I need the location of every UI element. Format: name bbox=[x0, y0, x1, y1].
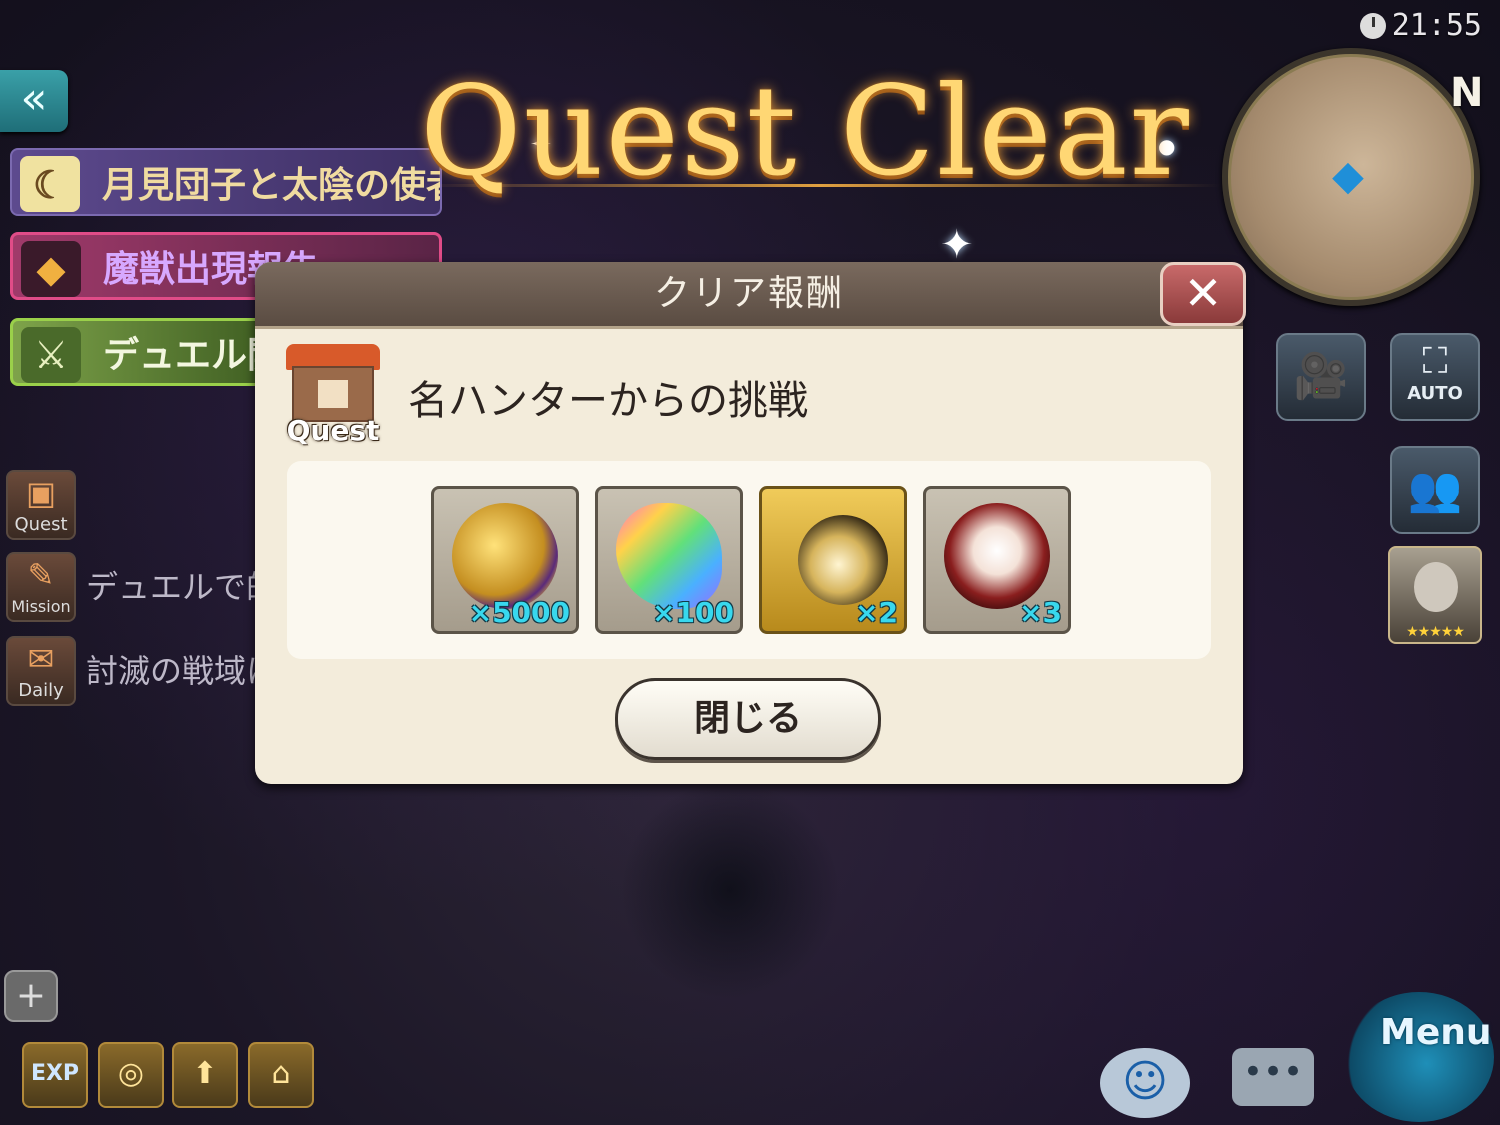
double-chevron-left-icon: « bbox=[20, 73, 48, 124]
reward-panel bbox=[287, 461, 1211, 659]
quest-badge-label: Quest bbox=[286, 414, 380, 447]
character-face bbox=[1414, 562, 1458, 612]
gold-boost-button[interactable]: ◎ bbox=[98, 1042, 164, 1108]
golden-charm-icon bbox=[798, 515, 888, 605]
quest-badge-icon: Quest bbox=[284, 344, 382, 447]
side-icon-label: Daily bbox=[18, 680, 64, 701]
side-icon-label: Mission bbox=[11, 597, 71, 616]
event-banner[interactable]: ☾ 月見団子と太陰の使者 bbox=[10, 148, 442, 216]
beast-mask-icon: ◆ bbox=[21, 241, 81, 297]
duel-banner-label: デュエル開催 bbox=[103, 335, 267, 376]
tsukimi-dango-plate-icon bbox=[944, 503, 1050, 609]
auto-target-icon: ⛶ bbox=[1422, 341, 1448, 382]
camera-button[interactable]: 🎥 bbox=[1276, 333, 1366, 421]
group-icon: 👥 bbox=[1407, 464, 1463, 515]
add-button[interactable]: + bbox=[4, 970, 58, 1022]
moon-rabbit-icon: ☾ bbox=[20, 156, 80, 212]
clock-icon bbox=[1359, 12, 1386, 39]
background-character-silhouette bbox=[620, 780, 840, 1000]
compass-north-label: N bbox=[1450, 70, 1484, 116]
character-portrait[interactable]: ★★★★★ bbox=[1388, 546, 1482, 644]
close-dialog-button[interactable]: 閉じる bbox=[615, 678, 881, 760]
auto-battle-button[interactable]: ⛶ AUTO bbox=[1390, 333, 1480, 421]
quest-shop-icon: ▣ Quest bbox=[6, 470, 76, 540]
reward-item[interactable]: ×3 bbox=[923, 486, 1071, 634]
side-menu-daily[interactable]: ✉ Daily 討滅の戦域に bbox=[6, 636, 278, 710]
smile-icon: ☺ bbox=[1122, 1056, 1168, 1107]
dialog-title: クリア報酬 bbox=[653, 273, 844, 314]
quest-clear-title: Quest Clear bbox=[420, 60, 1191, 204]
exp-label: EXP bbox=[30, 1061, 80, 1086]
rarity-stars: ★★★★★ bbox=[1406, 624, 1465, 640]
cage-icon: ⌂ bbox=[271, 1056, 291, 1091]
drop-boost-button[interactable]: ⌂ bbox=[248, 1042, 314, 1108]
side-menu-mission[interactable]: ✎ Mission デュエルで的 bbox=[6, 552, 278, 626]
player-marker-icon: ⬥ bbox=[1331, 148, 1365, 202]
party-button[interactable]: 👥 bbox=[1390, 446, 1480, 534]
back-button[interactable]: « bbox=[0, 70, 68, 132]
daily-icon: ✉ Daily bbox=[6, 636, 76, 706]
gold-coin-medal-icon bbox=[452, 503, 558, 609]
reward-item[interactable]: ×100 bbox=[595, 486, 743, 634]
crossed-swords-icon: ⚔ bbox=[21, 327, 81, 383]
event-banner-label: 月見団子と太陰の使者 bbox=[102, 164, 442, 206]
status-clock: 21:55 bbox=[1359, 8, 1482, 43]
reward-quantity: ×100 bbox=[652, 596, 734, 629]
side-menu-text: 討滅の戦域に bbox=[86, 652, 279, 690]
reward-quantity: ×2 bbox=[855, 596, 898, 629]
reward-quantity: ×3 bbox=[1019, 596, 1062, 629]
quest-name: 名ハンターからの挑戦 bbox=[408, 378, 808, 424]
reward-item[interactable]: ×2 bbox=[759, 486, 907, 634]
mission-icon: ✎ Mission bbox=[6, 552, 76, 622]
side-icon-label: Quest bbox=[14, 514, 68, 535]
chat-bubble-icon: ••• bbox=[1242, 1052, 1304, 1092]
close-button[interactable]: ✕ bbox=[1160, 262, 1246, 326]
boot-icon: ⬆ bbox=[192, 1056, 218, 1091]
close-icon: ✕ bbox=[1183, 266, 1223, 320]
video-camera-icon: 🎥 bbox=[1293, 351, 1349, 402]
duel-banner[interactable]: ⚔ デュエル開催 bbox=[10, 318, 270, 386]
reward-quantity: ×5000 bbox=[468, 596, 570, 629]
side-menu-quest[interactable]: ▣ Quest bbox=[6, 470, 256, 544]
coin-icon: ◎ bbox=[117, 1056, 145, 1091]
emote-button[interactable]: ☺ bbox=[1100, 1048, 1190, 1118]
rainbow-crystal-icon bbox=[616, 503, 722, 609]
speed-boost-button[interactable]: ⬆ bbox=[172, 1042, 238, 1108]
exp-boost-button[interactable]: EXP bbox=[22, 1042, 88, 1108]
menu-label: Menu bbox=[1380, 1012, 1492, 1053]
auto-label: AUTO bbox=[1407, 383, 1463, 404]
reward-item[interactable]: ×5000 bbox=[431, 486, 579, 634]
plus-icon: + bbox=[15, 975, 47, 1016]
side-menu-text: デュエルで的 bbox=[86, 568, 279, 606]
clock-time: 21:55 bbox=[1391, 8, 1482, 43]
chat-button[interactable]: ••• bbox=[1232, 1048, 1314, 1106]
